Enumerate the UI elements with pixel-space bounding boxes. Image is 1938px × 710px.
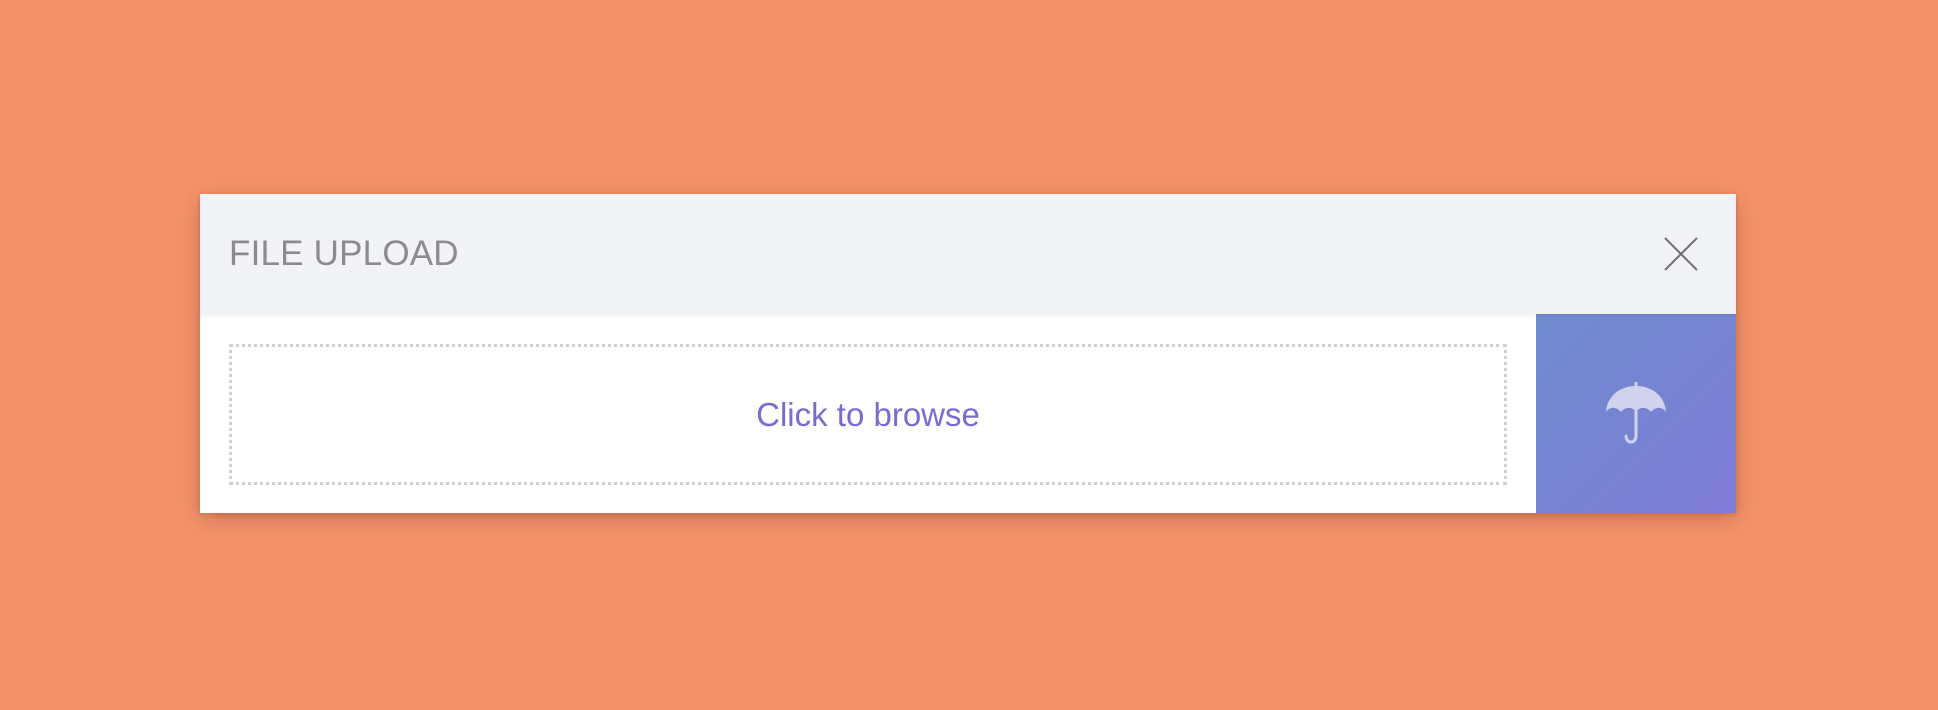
- file-upload-dialog: FILE UPLOAD Click to browse: [200, 194, 1736, 513]
- dialog-title: FILE UPLOAD: [229, 234, 459, 273]
- dialog-body: Click to browse: [200, 314, 1736, 513]
- umbrella-icon: [1606, 381, 1666, 443]
- close-icon: [1664, 237, 1698, 271]
- browse-link[interactable]: Click to browse: [232, 347, 1504, 482]
- dialog-header: FILE UPLOAD: [200, 194, 1736, 314]
- file-drop-zone[interactable]: Click to browse: [229, 344, 1507, 485]
- upload-button[interactable]: [1536, 314, 1736, 513]
- close-button[interactable]: [1652, 225, 1710, 283]
